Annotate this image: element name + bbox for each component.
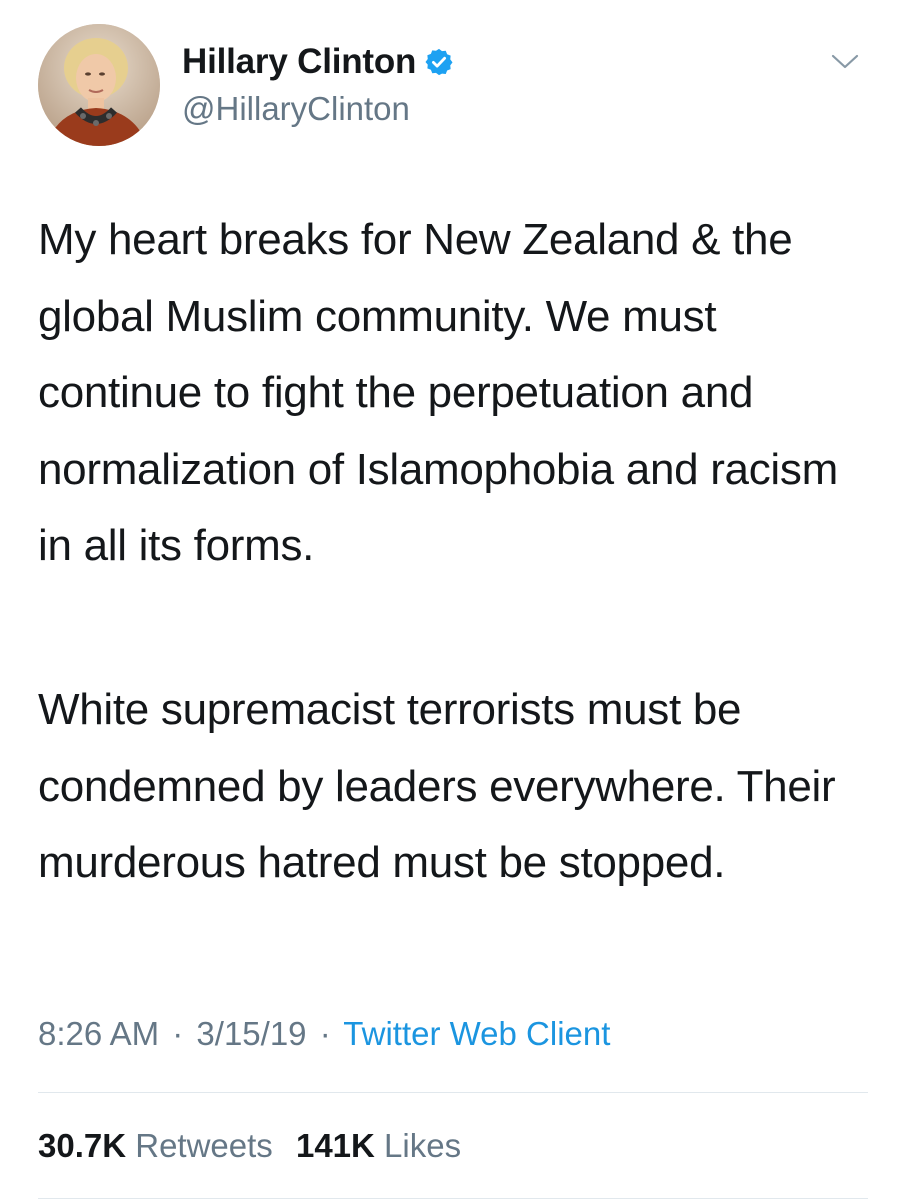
avatar[interactable] (38, 24, 160, 146)
tweet-date[interactable]: 3/15/19 (196, 1015, 306, 1052)
retweets-label: Retweets (135, 1127, 273, 1164)
divider (38, 1198, 868, 1199)
tweet-paragraph: White supremacist terrorists must be con… (38, 685, 836, 887)
tweet-paragraph: My heart breaks for New Zealand & the gl… (38, 215, 838, 570)
likes-stat[interactable]: 141K Likes (296, 1124, 461, 1168)
display-name-row: Hillary Clinton (182, 40, 454, 84)
tweet-time[interactable]: 8:26 AM (38, 1015, 159, 1052)
display-name[interactable]: Hillary Clinton (182, 42, 416, 82)
tweet-source-link[interactable]: Twitter Web Client (343, 1015, 610, 1052)
likes-label: Likes (384, 1127, 462, 1164)
author-handle[interactable]: @HillaryClinton (182, 90, 454, 128)
likes-count: 141K (295, 1127, 375, 1164)
author-names: Hillary Clinton @HillaryClinton (182, 40, 454, 128)
retweets-count: 30.7K (38, 1127, 127, 1164)
avatar-image (38, 24, 160, 146)
retweets-stat[interactable]: 30.7K Retweets (38, 1124, 273, 1168)
meta-separator: · (319, 1015, 331, 1052)
tweet-meta: 8:26 AM · 3/15/19 · Twitter Web Client (38, 1010, 610, 1058)
meta-separator: · (172, 1015, 184, 1052)
tweet-card: Hillary Clinton @HillaryClinton My heart… (0, 0, 900, 1200)
verified-badge-icon (424, 47, 454, 77)
tweet-header: Hillary Clinton @HillaryClinton (38, 24, 878, 148)
divider (38, 1092, 868, 1093)
chevron-down-icon[interactable] (830, 52, 860, 72)
tweet-stats: 30.7K Retweets 141K Likes (38, 1124, 475, 1168)
